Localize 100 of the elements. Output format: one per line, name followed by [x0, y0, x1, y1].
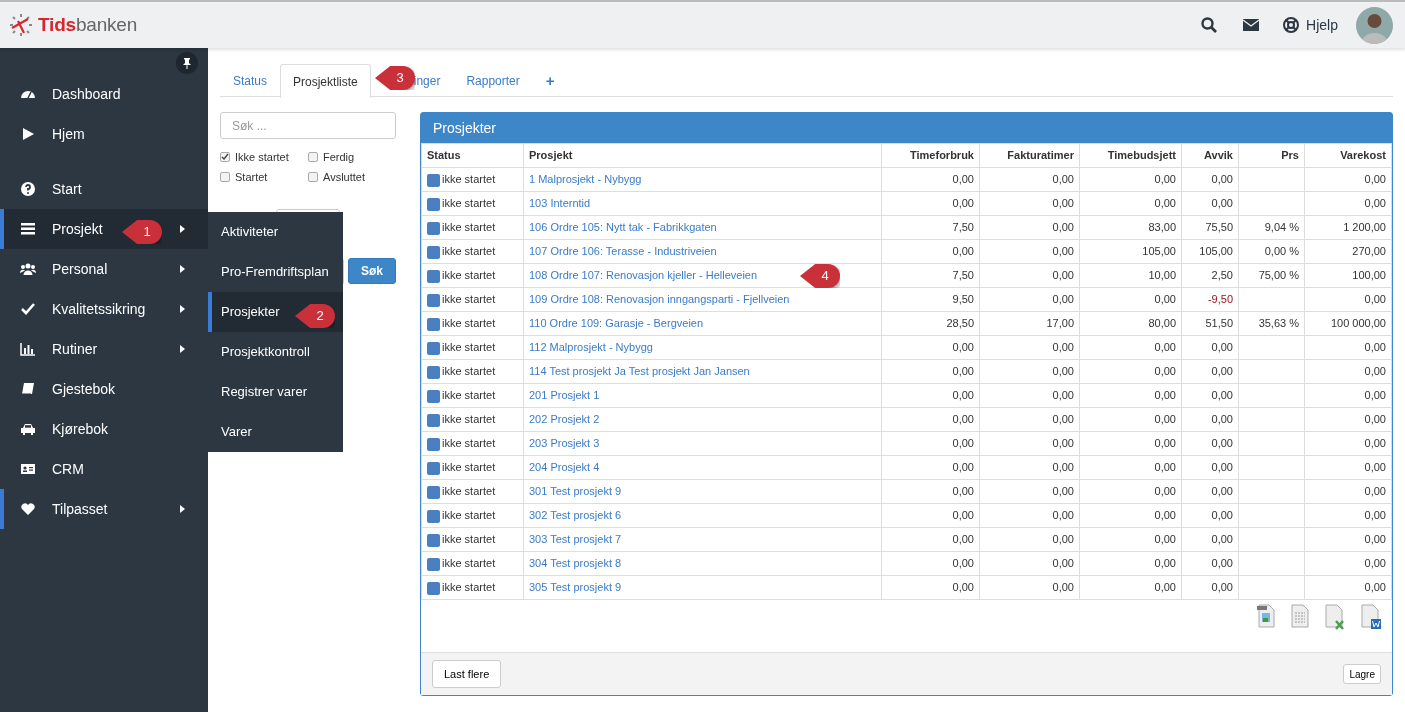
- table-cell: 100 000,00: [1304, 311, 1392, 336]
- table-cell: 0,00: [1304, 191, 1392, 216]
- table-cell: 0,00: [979, 407, 1080, 432]
- column-header[interactable]: Avvik: [1181, 143, 1239, 168]
- status-cell: ikke startet: [421, 455, 524, 480]
- table-cell: 0,00: [1304, 335, 1392, 360]
- table-cell: 0,00: [1079, 287, 1182, 312]
- table-cell: 0,00: [979, 503, 1080, 528]
- table-cell: 0,00: [1181, 527, 1239, 552]
- submenu-item[interactable]: Registrer varer: [208, 372, 343, 412]
- checkbox[interactable]: [220, 172, 230, 182]
- table-cell: 0,00: [1304, 455, 1392, 480]
- project-link[interactable]: 301 Test prosjekt 9: [529, 485, 622, 498]
- column-header[interactable]: Fakturatimer: [979, 143, 1080, 168]
- table-cell: 75,00 %: [1238, 263, 1305, 288]
- tab[interactable]: Status: [220, 64, 281, 97]
- table-cell: -9,50: [1181, 287, 1239, 312]
- project-link[interactable]: 202 Prosjekt 2: [529, 413, 600, 426]
- submenu-item[interactable]: Varer: [208, 412, 343, 452]
- project-link[interactable]: 1 Malprosjekt - Nybygg: [529, 173, 642, 186]
- table-cell: 0,00: [1079, 455, 1182, 480]
- status-cell: ikke startet: [421, 311, 524, 336]
- checkbox[interactable]: [308, 152, 318, 162]
- table-cell: 51,50: [1181, 311, 1239, 336]
- submenu-item[interactable]: Prosjektkontroll: [208, 332, 343, 372]
- project-link[interactable]: 305 Test prosjekt 9: [529, 581, 622, 594]
- project-link[interactable]: 103 Interntid: [529, 197, 591, 210]
- sidebar-item[interactable]: Start: [0, 169, 208, 209]
- image-file-icon[interactable]: [1256, 604, 1276, 628]
- sidebar-item[interactable]: Personal: [0, 249, 208, 289]
- table-cell: 0,00: [881, 479, 980, 504]
- document-file-icon[interactable]: [1360, 604, 1382, 630]
- bar-chart-icon: [20, 341, 36, 357]
- load-more-button[interactable]: Last flere: [432, 660, 502, 688]
- sidebar-item[interactable]: Rutiner: [0, 329, 208, 369]
- project-link[interactable]: 204 Prosjekt 4: [529, 461, 600, 474]
- table-cell: 0,00: [881, 335, 980, 360]
- column-header[interactable]: Varekost: [1304, 143, 1392, 168]
- sidebar-item[interactable]: CRM: [0, 449, 208, 489]
- spreadsheet-file-icon[interactable]: [1324, 604, 1346, 630]
- users-icon: [20, 261, 36, 277]
- table-cell: 0,00: [1079, 359, 1182, 384]
- play-icon: [20, 126, 36, 142]
- column-header[interactable]: Timebudsjett: [1079, 143, 1182, 168]
- column-header[interactable]: Status: [421, 143, 524, 168]
- help-link[interactable]: Hjelp: [1306, 14, 1338, 36]
- status-cell: ikke startet: [421, 263, 524, 288]
- submenu-item[interactable]: Pro-Fremdriftsplan: [208, 252, 343, 292]
- column-header[interactable]: Prosjekt: [523, 143, 882, 168]
- save-button[interactable]: Lagre: [1343, 664, 1381, 684]
- project-link[interactable]: 303 Test prosjekt 7: [529, 533, 622, 546]
- car-icon: [20, 421, 36, 437]
- project-link[interactable]: 302 Test prosjekt 6: [529, 509, 622, 522]
- table-cell: 0,00: [979, 167, 1080, 192]
- status-cell: ikke startet: [421, 239, 524, 264]
- sidebar-item[interactable]: Kvalitetssikring: [0, 289, 208, 329]
- sidebar-item[interactable]: Hjem: [0, 114, 208, 154]
- table-cell: 0,00: [1079, 551, 1182, 576]
- status-cell: ikke startet: [421, 383, 524, 408]
- table-cell: 0,00: [1304, 359, 1392, 384]
- table-cell: 0,00: [881, 431, 980, 456]
- table-cell: 0,00: [1181, 503, 1239, 528]
- avatar[interactable]: [1356, 6, 1393, 44]
- tab[interactable]: Prosjektliste: [280, 64, 371, 98]
- lifebuoy-icon[interactable]: [1282, 16, 1301, 34]
- search-button[interactable]: Søk: [348, 258, 396, 284]
- tab[interactable]: Rapporter: [453, 64, 533, 97]
- sidebar-item[interactable]: Kjørebok: [0, 409, 208, 449]
- mail-icon[interactable]: [1242, 16, 1261, 34]
- checkbox-label: Ferdig: [323, 149, 355, 165]
- checkbox[interactable]: [220, 152, 230, 162]
- search-field[interactable]: Søk ...: [220, 112, 396, 139]
- table-cell: 0,00: [979, 431, 1080, 456]
- column-header[interactable]: Timeforbruk: [881, 143, 980, 168]
- project-link[interactable]: 201 Prosjekt 1: [529, 389, 600, 402]
- sidebar-item[interactable]: Tilpasset: [0, 489, 208, 529]
- project-link[interactable]: 108 Ordre 107: Renovasjon kjeller - Helleveien: [529, 269, 758, 282]
- table-cell: 17,00: [979, 311, 1080, 336]
- table-cell: 0,00: [979, 527, 1080, 552]
- project-link[interactable]: 203 Prosjekt 3: [529, 437, 600, 450]
- sidebar-item[interactable]: Dashboard: [0, 74, 208, 114]
- submenu-item[interactable]: Aktiviteter: [208, 212, 343, 252]
- checkbox[interactable]: [308, 172, 318, 182]
- project-link[interactable]: 304 Test prosjekt 8: [529, 557, 622, 570]
- table-cell: 105,00: [1079, 239, 1182, 264]
- project-link[interactable]: 112 Malprosjekt - Nybygg: [529, 341, 653, 354]
- status-cell: ikke startet: [421, 575, 524, 600]
- status-cell: ikke startet: [421, 551, 524, 576]
- table-cell: 0,00: [1304, 503, 1392, 528]
- table-cell: 100,00: [1304, 263, 1392, 288]
- sidebar-item[interactable]: Gjestebok: [0, 369, 208, 409]
- table-cell: 0,00: [1304, 551, 1392, 576]
- table-cell: 9,50: [881, 287, 980, 312]
- table-cell: 0,00: [1079, 575, 1182, 600]
- search-icon[interactable]: [1200, 16, 1219, 34]
- pin-icon[interactable]: [176, 52, 198, 74]
- tab[interactable]: +: [532, 64, 568, 97]
- table-cell: 0,00: [881, 551, 980, 576]
- table-cell: 0,00: [1079, 335, 1182, 360]
- column-header[interactable]: Prs: [1238, 143, 1305, 168]
